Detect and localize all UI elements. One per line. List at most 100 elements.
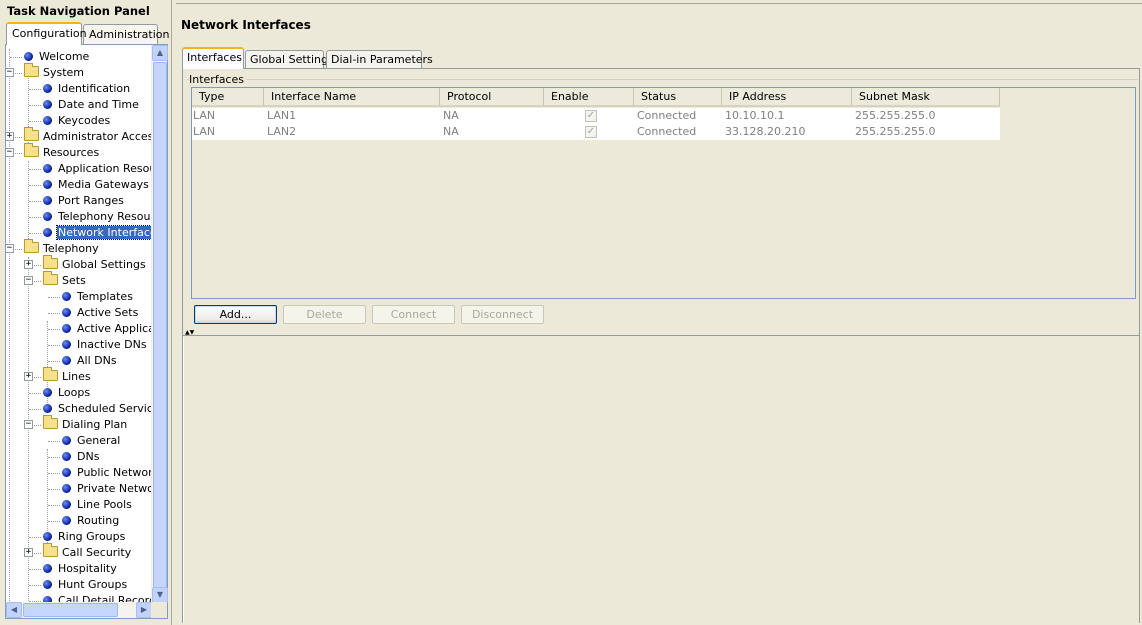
tree-item-all-dns[interactable]: All DNs: [62, 353, 118, 369]
column-header-status[interactable]: Status: [634, 88, 722, 107]
tree-item-active-sets[interactable]: Active Sets: [62, 305, 139, 321]
add-button[interactable]: Add...: [194, 305, 277, 324]
tree-item-private-network[interactable]: Private Network: [62, 481, 152, 497]
tree-connector: [29, 585, 41, 586]
tree-connector: [29, 185, 41, 186]
tab-configuration[interactable]: Configuration: [6, 22, 87, 45]
tree-item-global-settings[interactable]: Global Settings: [43, 255, 147, 273]
tree-item-hunt-groups[interactable]: Hunt Groups: [43, 577, 128, 593]
collapse-icon[interactable]: −: [6, 148, 14, 157]
blue-bullet-icon: [43, 116, 52, 125]
tree-item-active-applicatio[interactable]: Active Applicatio: [62, 321, 152, 337]
tab-dial-in-parameters[interactable]: Dial-in Parameters: [326, 50, 433, 68]
pane-splitter[interactable]: ▲▼: [183, 330, 1139, 336]
column-header-type[interactable]: Type: [192, 88, 264, 107]
blue-bullet-icon: [62, 340, 71, 349]
tree-item-media-gateways[interactable]: Media Gateways: [43, 177, 150, 193]
tree-horizontal-scroll-thumb[interactable]: [23, 603, 118, 617]
tree-item-sets[interactable]: Sets: [43, 271, 87, 289]
tree-item-line-pools[interactable]: Line Pools: [62, 497, 133, 513]
tree-item-application-resource[interactable]: Application Resource: [43, 161, 152, 177]
blue-bullet-icon: [43, 164, 52, 173]
column-header-enable[interactable]: Enable: [544, 88, 634, 107]
tree-vertical-scrollbar[interactable]: ▲ ▼: [151, 45, 168, 603]
cell-subnet-mask: 255.255.255.0: [855, 125, 936, 138]
tree-item-lines[interactable]: Lines: [43, 367, 92, 385]
collapse-icon[interactable]: −: [6, 244, 14, 253]
tree-item-scheduled-services[interactable]: Scheduled Services: [43, 401, 152, 417]
tree-item-call-security[interactable]: Call Security: [43, 543, 132, 561]
tree-item-label: Keycodes: [58, 114, 111, 127]
expand-icon[interactable]: +: [6, 132, 14, 141]
tree-item-administrator-access[interactable]: Administrator Access: [24, 127, 152, 145]
tree-item-keycodes[interactable]: Keycodes: [43, 113, 111, 129]
tree-item-welcome[interactable]: Welcome: [24, 49, 90, 65]
blue-bullet-icon: [62, 436, 71, 445]
enable-checkbox[interactable]: ✓: [585, 110, 597, 122]
expand-icon[interactable]: +: [24, 372, 33, 381]
tree-item-network-interfaces[interactable]: Network Interfaces: [43, 225, 152, 241]
disconnect-button[interactable]: Disconnect: [461, 305, 544, 324]
navigation-tree: Welcome System − Identification Date and Tim…: [5, 44, 168, 619]
tree-item-label: Port Ranges: [58, 194, 124, 207]
scroll-up-arrow-icon[interactable]: ▲: [152, 45, 168, 61]
blue-bullet-icon: [43, 404, 52, 413]
main-content: Network Interfaces Interfaces Global Set…: [176, 0, 1142, 625]
collapse-icon[interactable]: −: [24, 276, 33, 285]
tree-item-label: Welcome: [39, 50, 90, 63]
tree-item-public-network[interactable]: Public Network: [62, 465, 152, 481]
tree-item-label: All DNs: [77, 354, 117, 367]
scroll-left-arrow-icon[interactable]: ◀: [6, 602, 22, 618]
tree-item-general[interactable]: General: [62, 433, 121, 449]
tree-item-telephony-resource[interactable]: Telephony Resource: [43, 209, 152, 225]
tree-vertical-scroll-thumb[interactable]: [153, 62, 167, 595]
tree-item-loops[interactable]: Loops: [43, 385, 91, 401]
delete-button[interactable]: Delete: [283, 305, 366, 324]
collapse-icon[interactable]: −: [6, 68, 14, 77]
folder-icon: [24, 63, 39, 77]
tab-administration[interactable]: Administration: [83, 24, 170, 44]
tree-horizontal-scrollbar[interactable]: ◀ ▶: [6, 602, 152, 618]
expand-icon[interactable]: +: [24, 260, 33, 269]
tree-item-telephony[interactable]: Telephony: [24, 239, 100, 257]
column-header-interface-name[interactable]: Interface Name: [264, 88, 440, 107]
tree-item-date-and-time[interactable]: Date and Time: [43, 97, 140, 113]
tree-item-system[interactable]: System: [24, 63, 85, 81]
tab-global-settings[interactable]: Global Settings: [245, 50, 334, 68]
tree-item-label: Telephony: [43, 242, 99, 255]
tab-interfaces[interactable]: Interfaces: [182, 47, 244, 69]
tree-connector: [48, 521, 60, 522]
tree-item-identification[interactable]: Identification: [43, 81, 131, 97]
tree-item-label: Call Security: [62, 546, 132, 559]
folder-icon: [24, 143, 39, 157]
tree-item-label: Application Resource: [58, 162, 152, 175]
table-row[interactable]: LAN LAN2 NA ✓ Connected 33.128.20.210 25…: [192, 124, 1000, 140]
table-row[interactable]: LAN LAN1 NA ✓ Connected 10.10.10.1 255.2…: [192, 108, 1000, 124]
folder-icon: [43, 367, 58, 381]
tree-item-hospitality[interactable]: Hospitality: [43, 561, 118, 577]
tree-item-dns[interactable]: DNs: [62, 449, 100, 465]
tree-item-dialing-plan[interactable]: Dialing Plan: [43, 415, 128, 433]
scroll-right-arrow-icon[interactable]: ▶: [136, 602, 152, 618]
tree-item-resources[interactable]: Resources: [24, 143, 100, 161]
column-header-subnet-mask[interactable]: Subnet Mask: [852, 88, 1000, 107]
column-header-protocol[interactable]: Protocol: [440, 88, 544, 107]
tree-item-label: Administrator Access: [43, 130, 152, 143]
expand-icon[interactable]: +: [24, 548, 33, 557]
tree-item-templates[interactable]: Templates: [62, 289, 134, 305]
scroll-down-arrow-icon[interactable]: ▼: [152, 587, 168, 603]
tree-item-label: Resources: [43, 146, 100, 159]
tree-connector: [29, 409, 41, 410]
cell-subnet-mask: 255.255.255.0: [855, 109, 936, 122]
connect-button[interactable]: Connect: [372, 305, 455, 324]
tree-item-routing[interactable]: Routing: [62, 513, 120, 529]
tree-item-port-ranges[interactable]: Port Ranges: [43, 193, 125, 209]
tree-item-ring-groups[interactable]: Ring Groups: [43, 529, 126, 545]
column-header-ip-address[interactable]: IP Address: [722, 88, 852, 107]
splitter-arrows-icon[interactable]: ▲▼: [185, 330, 194, 336]
enable-checkbox[interactable]: ✓: [585, 126, 597, 138]
tree-item-inactive-dns[interactable]: Inactive DNs: [62, 337, 148, 353]
tree-item-label: Ring Groups: [58, 530, 126, 543]
collapse-icon[interactable]: −: [24, 420, 33, 429]
interfaces-table: Type Interface Name Protocol Enable Stat…: [191, 87, 1136, 299]
